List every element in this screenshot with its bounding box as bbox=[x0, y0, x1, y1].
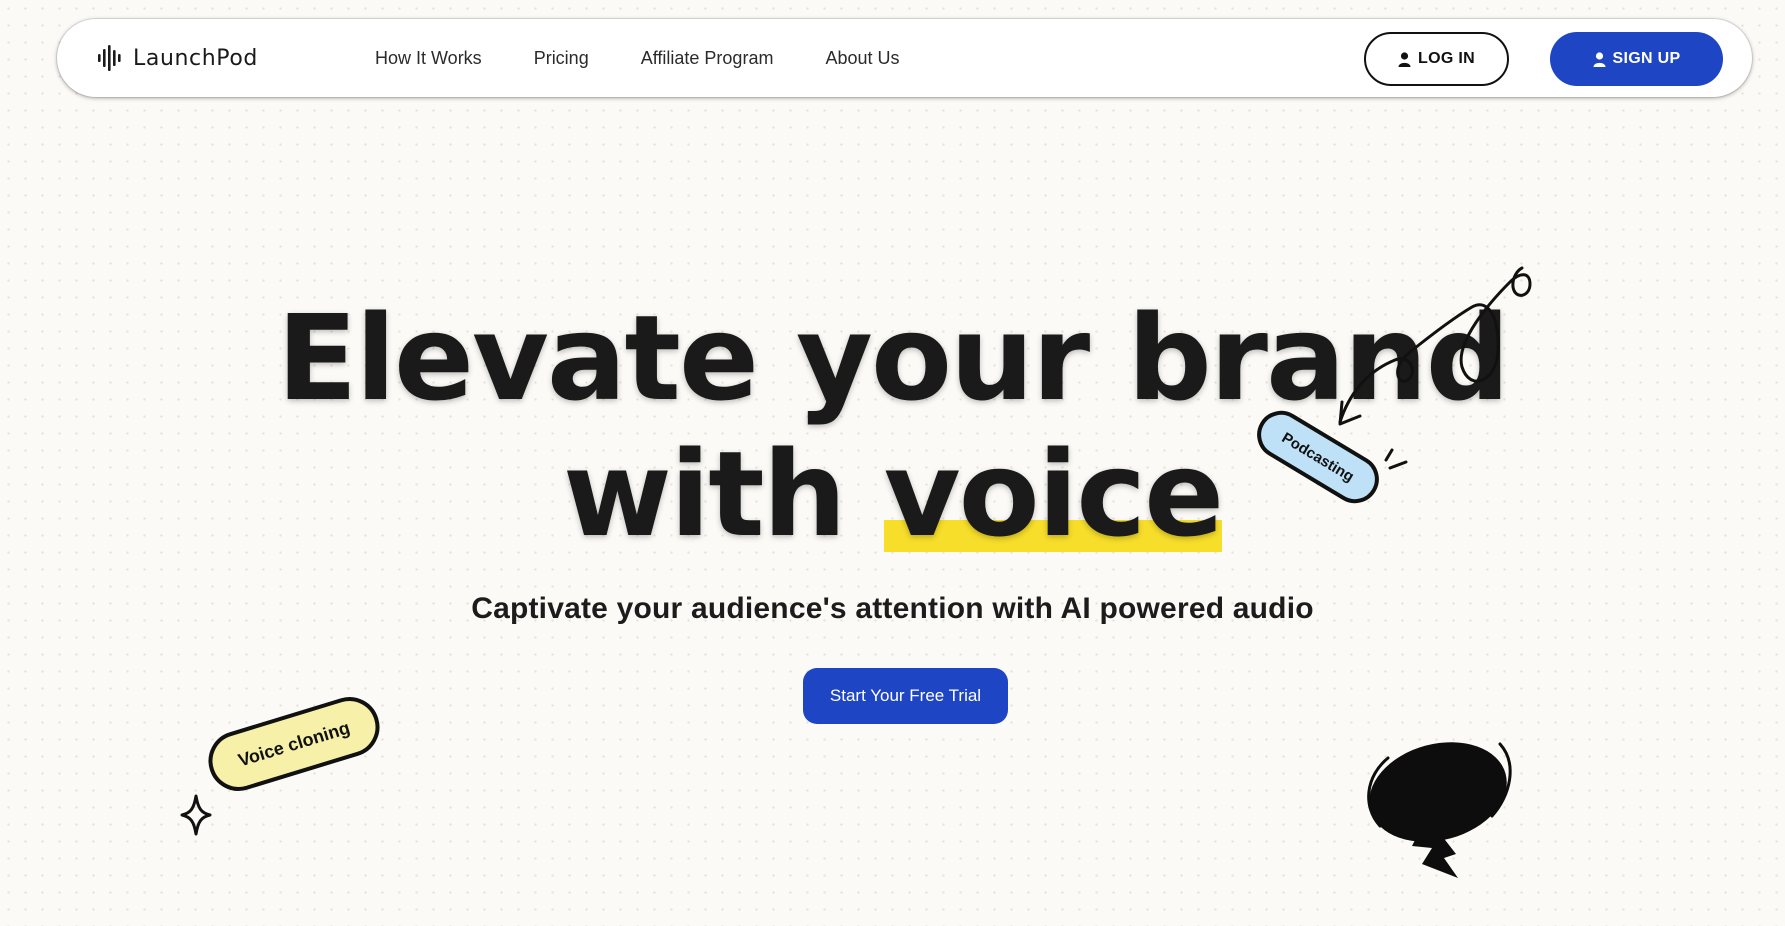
login-label: LOG IN bbox=[1418, 50, 1475, 67]
squiggle-arrow-icon bbox=[1338, 266, 1532, 426]
start-free-trial-button[interactable]: Start Your Free Trial bbox=[803, 668, 1008, 724]
login-button[interactable]: LOG IN bbox=[1364, 32, 1509, 86]
hero-title-line2: with voice bbox=[562, 425, 1224, 563]
voice-cloning-sticker-label: Voice cloning bbox=[235, 717, 353, 770]
user-icon bbox=[1398, 51, 1411, 67]
nav-link-about-us[interactable]: About Us bbox=[825, 48, 899, 69]
nav-link-how-it-works[interactable]: How It Works bbox=[375, 48, 482, 69]
spark-lines-icon bbox=[1384, 448, 1408, 470]
hero-subtitle: Captivate your audience's attention with… bbox=[471, 592, 1314, 625]
nav-link-pricing[interactable]: Pricing bbox=[534, 48, 589, 69]
signup-button[interactable]: SIGN UP bbox=[1550, 32, 1723, 86]
speech-bubble-icon bbox=[1367, 742, 1512, 878]
brand-logo[interactable]: LaunchPod bbox=[97, 43, 258, 73]
sound-wave-icon bbox=[98, 45, 121, 71]
signup-label: SIGN UP bbox=[1612, 50, 1681, 67]
hero-title-prefix: with bbox=[562, 425, 884, 563]
voice-cloning-sticker: Voice cloning bbox=[201, 689, 387, 799]
sparkle-star-icon bbox=[180, 794, 212, 836]
hero-title-highlight: voice bbox=[883, 425, 1224, 563]
nav-link-affiliate-program[interactable]: Affiliate Program bbox=[641, 48, 774, 69]
nav-links: How It Works Pricing Affiliate Program A… bbox=[375, 19, 952, 97]
user-icon bbox=[1593, 51, 1606, 67]
top-navbar: LaunchPod How It Works Pricing Affiliate… bbox=[57, 19, 1752, 97]
brand-name: LaunchPod bbox=[133, 45, 258, 71]
